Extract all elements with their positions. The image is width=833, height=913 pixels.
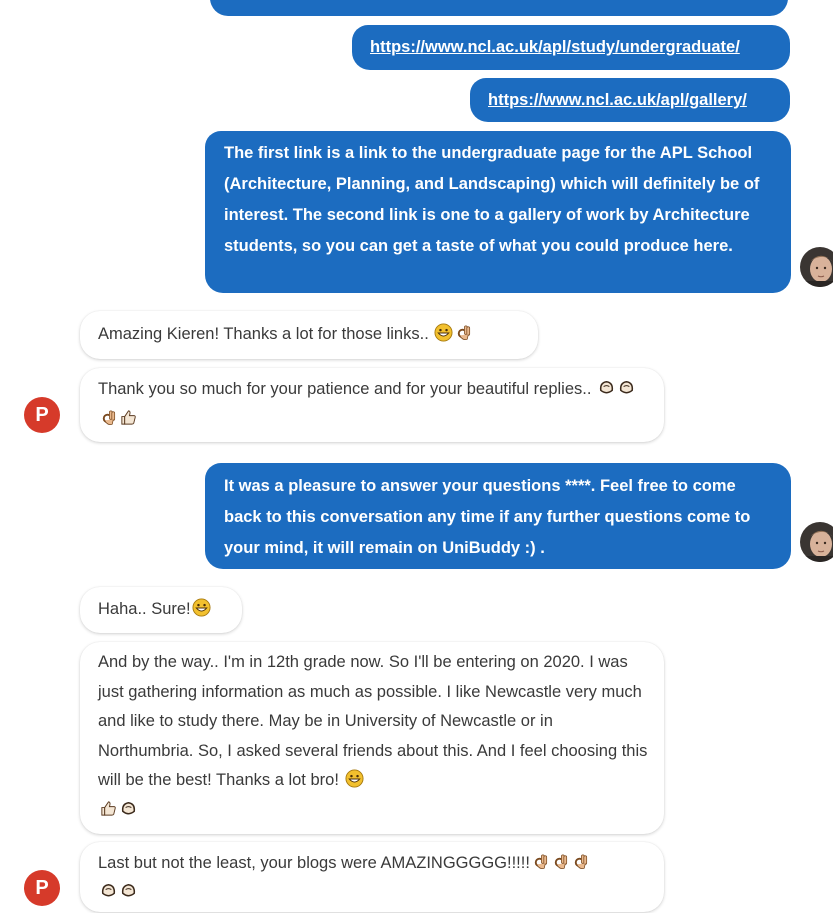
message-incoming-sure: Haha.. Sure!	[80, 587, 242, 633]
message-reply-links: The first link is a link to the undergra…	[205, 131, 791, 293]
clapping-hands-icon	[119, 881, 138, 900]
message-link-undergraduate[interactable]: https://www.ncl.ac.uk/apl/study/undergra…	[352, 25, 790, 70]
profile-photo-icon	[800, 522, 833, 562]
message-incoming-patience: Thank you so much for your patience and …	[80, 368, 664, 442]
message-incoming-blogs: Last but not the least, your blogs were …	[80, 842, 664, 912]
message-text: And by the way.. I'm in 12th grade now. …	[98, 653, 648, 789]
clapping-hands-icon	[119, 799, 138, 818]
profile-photo-icon	[800, 247, 833, 287]
grinning-face-icon	[434, 323, 453, 342]
clapping-hands-icon	[617, 378, 636, 397]
grinning-face-icon	[192, 598, 211, 617]
kieren-avatar	[800, 247, 833, 287]
thumbs-up-icon	[119, 408, 138, 427]
ok-hand-icon	[571, 852, 590, 871]
message-text: Last but not the least, your blogs were …	[98, 854, 530, 872]
message-reply-pleasure: It was a pleasure to answer your questio…	[205, 463, 791, 569]
ok-hand-icon	[531, 852, 550, 871]
clapping-hands-icon	[99, 881, 118, 900]
message-link-gallery[interactable]: https://www.ncl.ac.uk/apl/gallery/	[470, 78, 790, 122]
chat-thread: https://www.ncl.ac.uk/apl/study/undergra…	[0, 0, 833, 913]
message-incoming-thanks: Amazing Kieren! Thanks a lot for those l…	[80, 311, 538, 359]
thumbs-up-icon	[99, 799, 118, 818]
message-text: Thank you so much for your patience and …	[98, 380, 592, 398]
message-text: Haha.. Sure!	[98, 600, 191, 618]
ok-hand-icon	[99, 408, 118, 427]
user-avatar: P	[24, 870, 60, 906]
user-avatar: P	[24, 397, 60, 433]
clapping-hands-icon	[597, 378, 616, 397]
ok-hand-icon	[551, 852, 570, 871]
message-bubble-cutoff	[210, 0, 788, 16]
ok-hand-icon	[454, 323, 473, 342]
kieren-avatar	[800, 522, 833, 562]
message-incoming-12th-grade: And by the way.. I'm in 12th grade now. …	[80, 642, 664, 834]
grinning-face-icon	[345, 769, 364, 788]
message-text: Amazing Kieren! Thanks a lot for those l…	[98, 325, 429, 343]
